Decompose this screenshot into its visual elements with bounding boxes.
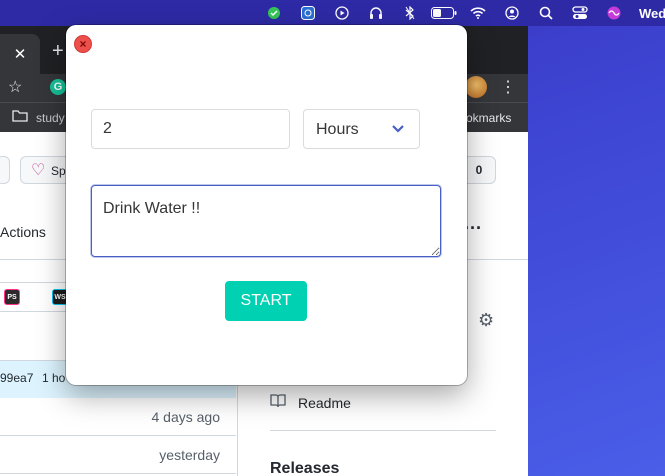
close-icon[interactable]: ✕ xyxy=(14,45,27,63)
menubar-clock[interactable]: Wed xyxy=(631,6,665,21)
siri-icon[interactable] xyxy=(597,0,631,26)
releases-heading[interactable]: Releases xyxy=(270,460,339,476)
search-icon[interactable] xyxy=(529,0,563,26)
start-button[interactable]: START xyxy=(225,281,307,321)
chevron-down-icon xyxy=(390,121,406,137)
browser-tab[interactable]: ✕ xyxy=(0,34,40,74)
duration-input[interactable] xyxy=(91,109,290,149)
phpstorm-icon[interactable]: PS xyxy=(4,289,20,305)
close-button[interactable]: × xyxy=(74,35,92,53)
sponsor-label: Sp xyxy=(51,164,66,178)
user-icon[interactable] xyxy=(495,0,529,26)
gear-icon[interactable]: ⚙ xyxy=(478,310,494,331)
message-input[interactable]: Drink Water !! xyxy=(91,185,441,257)
control-center-icon[interactable] xyxy=(563,0,597,26)
commit-time: 1 ho xyxy=(42,371,66,385)
unit-selected-label: Hours xyxy=(316,121,359,138)
grammarly-extension-icon[interactable]: G xyxy=(50,79,66,95)
divider xyxy=(270,430,496,431)
new-tab-button[interactable]: + xyxy=(52,40,64,63)
tab-actions[interactable]: Actions xyxy=(0,224,46,240)
left-edge-button[interactable] xyxy=(0,156,10,184)
commit-hash[interactable]: 99ea7 xyxy=(0,371,33,385)
green-dot-icon[interactable] xyxy=(257,0,291,26)
readme-label: Readme xyxy=(298,395,351,411)
folder-icon[interactable] xyxy=(12,109,28,125)
screen-capture-icon[interactable] xyxy=(291,0,325,26)
wifi-icon[interactable] xyxy=(461,0,495,26)
unit-select[interactable]: Hours xyxy=(303,109,420,149)
bookmark-study[interactable]: study xyxy=(36,111,65,125)
battery-icon xyxy=(427,0,461,26)
file-row: yesterday xyxy=(0,436,236,474)
file-row: 4 days ago xyxy=(0,398,236,436)
menu-bar: Wed xyxy=(0,0,665,26)
book-icon xyxy=(270,394,286,411)
reminder-popup: × Hours Drink Water !! START xyxy=(66,25,467,385)
close-icon: × xyxy=(79,37,87,51)
bookmark-other[interactable]: okmarks xyxy=(466,111,511,125)
profile-avatar[interactable] xyxy=(465,76,487,98)
headphones-icon[interactable] xyxy=(359,0,393,26)
bluetooth-icon[interactable] xyxy=(393,0,427,26)
heart-icon: ♡ xyxy=(31,162,46,179)
star-icon[interactable]: ☆ xyxy=(8,77,22,97)
counter-badge[interactable]: 0 xyxy=(462,156,496,184)
play-icon[interactable] xyxy=(325,0,359,26)
menu-dots-icon[interactable]: ⋮ xyxy=(500,77,516,97)
